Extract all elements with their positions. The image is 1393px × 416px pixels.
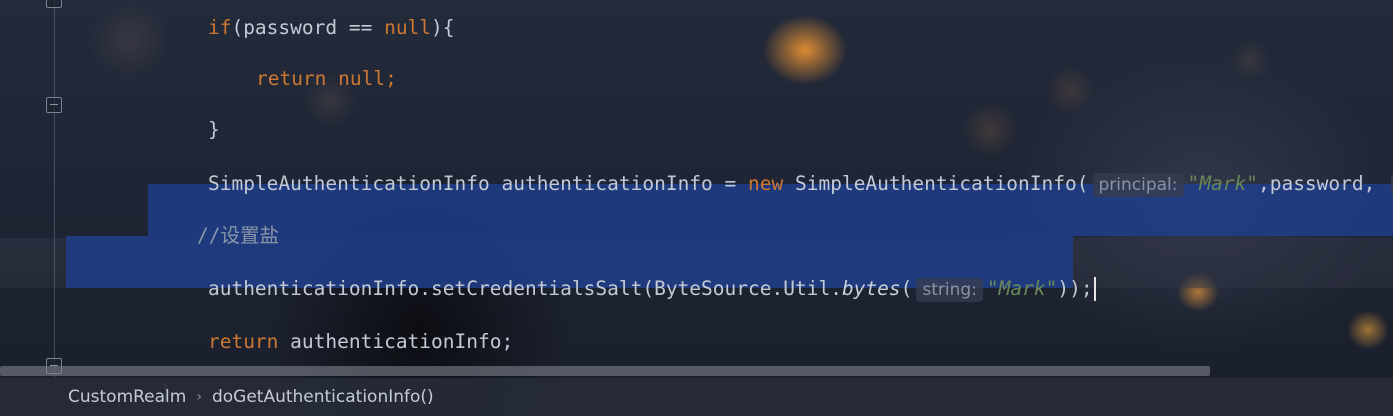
parameter-hint: string:	[916, 278, 983, 302]
parameter-hint: principal:	[1092, 173, 1184, 197]
code-line[interactable]: }	[161, 94, 220, 141]
fold-toggle-icon[interactable]	[46, 0, 62, 8]
breadcrumb-class[interactable]: CustomRealm	[68, 387, 186, 407]
code-line[interactable]: return authenticationInfo;	[161, 306, 513, 353]
code-text: authenticationInfo.setCredentialsSalt(By…	[207, 277, 842, 300]
keyword: if	[207, 16, 232, 39]
code-line[interactable]: //设置盐	[150, 200, 279, 247]
code-text: (password ==	[231, 16, 385, 39]
comment: //设置盐	[196, 224, 279, 247]
method-name: bytes	[841, 277, 901, 300]
gutter-fold-line	[54, 0, 55, 378]
keyword: return	[207, 330, 279, 353]
horizontal-scrollbar[interactable]	[0, 366, 1210, 376]
code-line[interactable]: return null;	[209, 43, 397, 90]
breadcrumb: CustomRealm › doGetAuthenticationInfo()	[0, 378, 1393, 416]
fold-toggle-icon[interactable]	[46, 97, 62, 113]
text-caret	[1093, 277, 1096, 301]
code-text: ){	[431, 16, 455, 39]
keyword: null	[338, 67, 386, 90]
string-literal: "Mark"	[1187, 172, 1258, 195]
code-text: (	[900, 277, 913, 300]
code-line[interactable]: SimpleAuthenticationInfo authenticationI…	[161, 148, 1393, 197]
code-text: SimpleAuthenticationInfo authenticationI…	[207, 172, 749, 195]
string-literal: "Mark"	[986, 277, 1058, 300]
code-text: ;	[385, 67, 397, 90]
keyword: return	[255, 67, 327, 90]
keyword: new	[748, 172, 784, 195]
code-text: }	[207, 118, 220, 141]
keyword: null	[384, 16, 432, 39]
code-text: authenticationInfo;	[278, 330, 514, 353]
code-line[interactable]: if(password == null){	[161, 0, 455, 39]
chevron-right-icon: ›	[196, 389, 202, 405]
code-text: ,password,	[1257, 172, 1388, 195]
breadcrumb-method[interactable]: doGetAuthenticationInfo()	[212, 387, 434, 407]
code-text: ));	[1057, 277, 1093, 300]
code-text: SimpleAuthenticationInfo(	[783, 172, 1089, 195]
code-editor[interactable]: if(password == null){ return null; } Sim…	[0, 0, 1393, 416]
code-line[interactable]: authenticationInfo.setCredentialsSalt(By…	[161, 253, 1096, 302]
